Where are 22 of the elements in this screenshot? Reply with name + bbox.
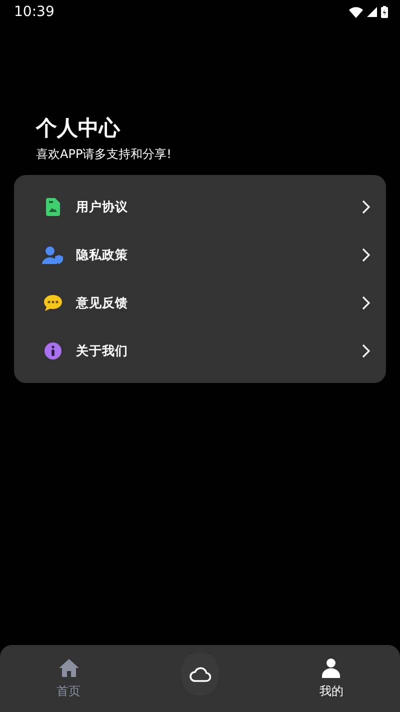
info-icon <box>44 342 62 360</box>
home-icon <box>58 658 80 678</box>
chevron-right-icon <box>362 200 370 214</box>
status-icons <box>349 6 388 18</box>
chevron-right-icon <box>362 296 370 310</box>
menu-item[interactable]: 隐私政策 <box>14 231 386 280</box>
document-icon <box>46 198 60 216</box>
nav-tab[interactable]: 首页 <box>0 656 138 700</box>
user-shield-icon <box>42 246 64 264</box>
chevron-right-icon <box>362 248 370 262</box>
chevron-right-icon <box>362 344 370 358</box>
cloud-button[interactable] <box>180 652 219 696</box>
menu-item[interactable]: 用户协议 <box>14 183 386 232</box>
menu-item[interactable]: 意见反馈 <box>14 279 386 328</box>
page-title: 个人中心 <box>36 116 122 142</box>
page-subtitle: 喜欢APP请多支持和分享! <box>36 146 172 164</box>
user-icon <box>322 658 340 678</box>
chat-bubble-icon <box>43 294 63 312</box>
cloud-icon <box>188 666 211 682</box>
status-time: 10:39 <box>14 2 54 22</box>
menu-item[interactable]: 关于我们 <box>14 327 386 376</box>
nav-tab[interactable]: 我的 <box>262 656 400 700</box>
